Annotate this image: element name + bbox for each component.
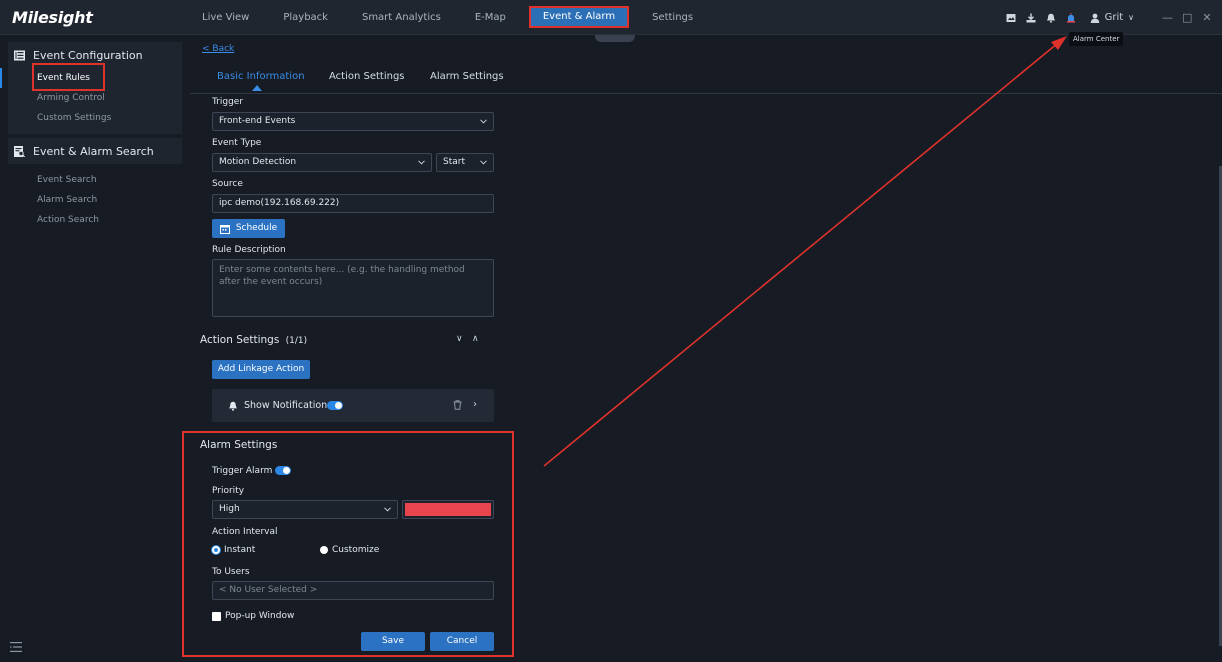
calendar-icon xyxy=(219,224,230,234)
main-content: < Back Basic Information Action Settings… xyxy=(182,36,1222,662)
sidebar-item-arming-control[interactable]: Arming Control xyxy=(8,88,182,108)
action-settings-title: Action Settings (1/1) xyxy=(200,334,307,346)
priority-value: High xyxy=(219,504,240,514)
to-users-field[interactable]: < No User Selected > xyxy=(212,581,494,600)
customize-label: Customize xyxy=(332,545,380,555)
nav-event-alarm[interactable]: Event & Alarm xyxy=(528,6,630,28)
back-link[interactable]: < Back xyxy=(202,44,234,54)
trigger-alarm-toggle[interactable] xyxy=(275,466,291,475)
show-notification-toggle[interactable] xyxy=(327,401,343,410)
action-interval-label: Action Interval xyxy=(212,527,278,537)
list-icon xyxy=(14,50,25,60)
event-type-select[interactable]: Motion Detection xyxy=(212,153,432,172)
tab-action-settings[interactable]: Action Settings xyxy=(329,71,405,82)
priority-color-swatch xyxy=(405,503,491,516)
nav-live-view[interactable]: Live View xyxy=(193,0,258,35)
close-icon[interactable]: ✕ xyxy=(1202,11,1212,24)
nav-settings[interactable]: Settings xyxy=(643,0,702,35)
chevron-down-icon xyxy=(480,160,487,165)
rule-description-placeholder: Enter some contents here... (e.g. the ha… xyxy=(219,265,465,287)
to-users-value: < No User Selected > xyxy=(219,585,318,595)
sidebar: Event Configuration Event Rules Arming C… xyxy=(0,36,190,662)
chevron-down-icon[interactable]: ∨ xyxy=(456,334,463,344)
priority-select[interactable]: High xyxy=(212,500,398,519)
chevron-down-icon xyxy=(384,507,391,512)
linkage-action-card: Show Notification › xyxy=(212,389,494,422)
cancel-button[interactable]: Cancel xyxy=(430,632,494,651)
maximize-icon[interactable]: □ xyxy=(1182,11,1192,24)
user-menu[interactable]: Grit ∨ xyxy=(1090,12,1134,23)
tab-bar: Basic Information Action Settings Alarm … xyxy=(190,68,1222,94)
sidebar-group-event-configuration: Event Configuration Event Rules Arming C… xyxy=(0,42,182,134)
alarm-settings-highlight xyxy=(182,431,514,657)
nav-e-map[interactable]: E-Map xyxy=(466,0,515,35)
trash-icon[interactable] xyxy=(453,400,462,410)
source-value: ipc demo(192.168.69.222) xyxy=(219,198,340,208)
menu-icon[interactable] xyxy=(10,642,22,652)
nav-playback[interactable]: Playback xyxy=(274,0,337,35)
trigger-select[interactable]: Front-end Events xyxy=(212,112,494,131)
sidebar-group-header[interactable]: Event & Alarm Search xyxy=(8,138,182,164)
sidebar-group-event-alarm-search: Event & Alarm Search Event Search Alarm … xyxy=(8,138,182,236)
source-field[interactable]: ipc demo(192.168.69.222) xyxy=(212,194,494,213)
sidebar-item-event-search[interactable]: Event Search xyxy=(8,170,182,190)
linkage-action-label: Show Notification xyxy=(244,400,328,411)
chevron-right-icon[interactable]: › xyxy=(473,399,477,410)
sidebar-group-title: Event Configuration xyxy=(33,48,143,62)
trigger-label: Trigger xyxy=(212,97,244,107)
image-icon[interactable] xyxy=(1006,13,1016,23)
action-settings-count: (1/1) xyxy=(285,336,308,346)
chevron-down-icon xyxy=(418,160,425,165)
popup-window-label: Pop-up Window xyxy=(225,611,295,621)
sidebar-item-alarm-search[interactable]: Alarm Search xyxy=(8,190,182,210)
alarm-center-icon[interactable] xyxy=(1066,12,1076,23)
main-nav: Live View Playback Smart Analytics E-Map… xyxy=(193,0,706,35)
event-type-value: Motion Detection xyxy=(219,157,297,167)
sidebar-item-action-search[interactable]: Action Search xyxy=(8,210,182,230)
action-settings-label: Action Settings xyxy=(200,334,280,346)
sidebar-group-title: Event & Alarm Search xyxy=(33,144,154,158)
top-right-tools: Grit ∨ — □ ✕ xyxy=(1006,0,1222,35)
chevron-up-icon[interactable]: ∧ xyxy=(472,334,479,344)
source-label: Source xyxy=(212,179,243,189)
notification-icon xyxy=(229,401,237,411)
tab-basic-information[interactable]: Basic Information xyxy=(217,71,305,82)
add-linkage-action-button[interactable]: Add Linkage Action xyxy=(212,360,310,379)
popup-window-checkbox[interactable] xyxy=(212,612,221,621)
trigger-alarm-label: Trigger Alarm xyxy=(212,466,273,476)
tab-alarm-settings[interactable]: Alarm Settings xyxy=(430,71,504,82)
instant-label: Instant xyxy=(224,545,256,555)
instant-radio[interactable] xyxy=(212,546,220,554)
event-state-value: Start xyxy=(443,157,465,167)
priority-color-picker[interactable] xyxy=(402,500,494,519)
download-icon[interactable] xyxy=(1026,13,1036,23)
event-state-select[interactable]: Start xyxy=(436,153,494,172)
app-logo: Milesight xyxy=(12,8,93,27)
active-tab-indicator xyxy=(252,85,262,91)
chevron-down-icon: ∨ xyxy=(1128,13,1134,22)
to-users-label: To Users xyxy=(212,567,250,577)
minimize-icon[interactable]: — xyxy=(1162,11,1173,24)
sidebar-item-event-rules[interactable]: Event Rules xyxy=(0,63,182,91)
alarm-settings-title: Alarm Settings xyxy=(200,439,278,451)
highlight-box xyxy=(32,63,105,91)
sidebar-item-custom-settings[interactable]: Custom Settings xyxy=(8,108,182,128)
schedule-label: Schedule xyxy=(235,223,278,233)
trigger-value: Front-end Events xyxy=(219,116,296,126)
user-icon xyxy=(1090,13,1099,23)
rule-description-field[interactable]: Enter some contents here... (e.g. the ha… xyxy=(212,259,494,317)
customize-radio[interactable] xyxy=(320,546,328,554)
schedule-button[interactable]: Schedule xyxy=(212,219,285,238)
user-name: Grit xyxy=(1104,12,1124,23)
nav-smart-analytics[interactable]: Smart Analytics xyxy=(353,0,450,35)
search-doc-icon xyxy=(14,145,25,157)
chevron-down-icon xyxy=(480,119,487,124)
save-button[interactable]: Save xyxy=(361,632,425,651)
rule-description-label: Rule Description xyxy=(212,245,286,255)
event-type-label: Event Type xyxy=(212,138,262,148)
priority-label: Priority xyxy=(212,486,245,496)
top-bar: Milesight Live View Playback Smart Analy… xyxy=(0,0,1222,35)
bell-icon[interactable] xyxy=(1046,13,1056,23)
